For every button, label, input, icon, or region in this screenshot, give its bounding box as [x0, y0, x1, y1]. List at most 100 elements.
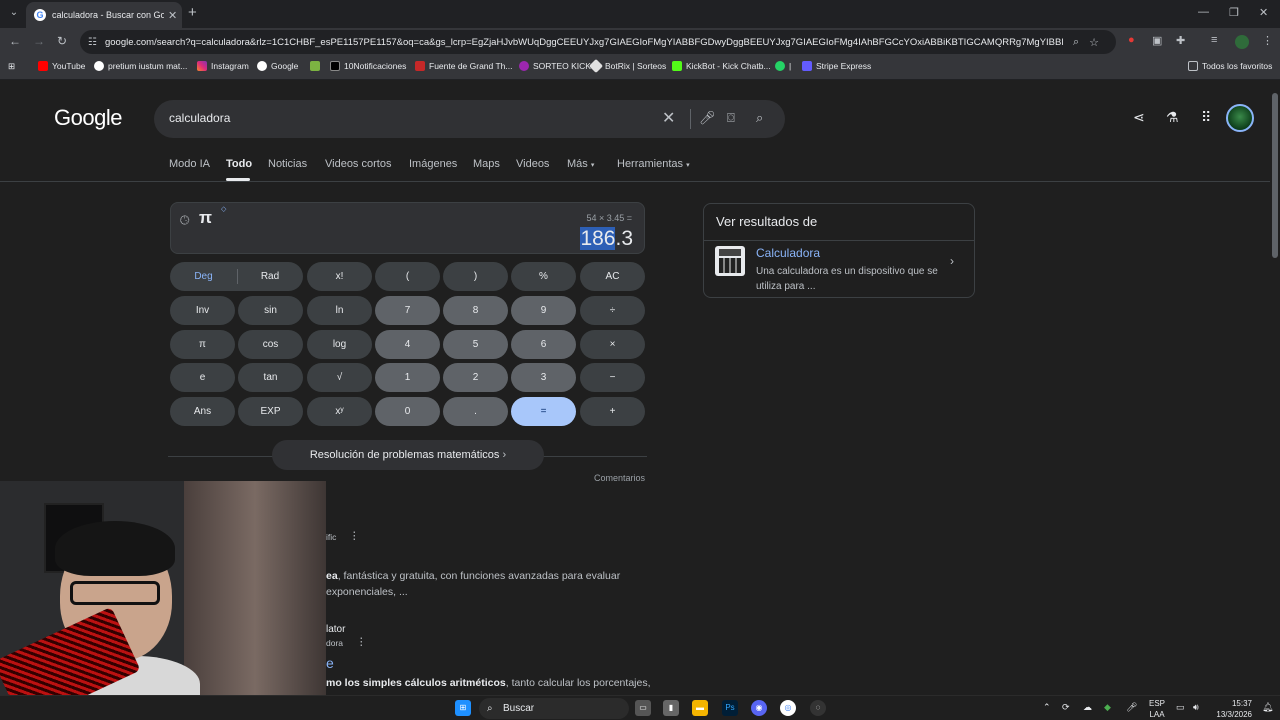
bookmark-kickbot[interactable]: KickBot - Kick Chatb...: [672, 61, 771, 71]
all-bookmarks-folder[interactable]: Todos los favoritos: [1188, 61, 1272, 71]
forward-icon[interactable]: →: [33, 34, 45, 48]
site-info-icon[interactable]: ☷: [88, 37, 97, 48]
key-tan[interactable]: tan: [238, 363, 303, 392]
close-window-icon[interactable]: ✕: [1259, 6, 1268, 19]
bookmark-sorteo-kick[interactable]: SORTEO KICK: [519, 61, 591, 71]
key-rad[interactable]: Rad: [237, 262, 303, 291]
key-exp[interactable]: EXP: [238, 397, 303, 426]
search-box[interactable]: calculadora ✕ 🎤︎ ⌼ ⌕: [154, 100, 785, 138]
bookmark-10notificaciones[interactable]: 10Notificaciones: [330, 61, 406, 71]
bookmark-botrix[interactable]: BotRix | Sorteos: [588, 58, 666, 74]
key-divide[interactable]: ÷: [580, 296, 645, 325]
volume-icon[interactable]: 🔊︎: [1193, 702, 1199, 713]
tray-app-icon[interactable]: ◆: [1104, 702, 1111, 713]
calculator-result[interactable]: 186.3: [580, 227, 633, 251]
result-link-partial[interactable]: e: [326, 655, 334, 671]
tab-imagenes[interactable]: Imágenes: [409, 158, 457, 170]
chevron-right-icon[interactable]: ›: [950, 254, 954, 268]
knowledge-panel-title[interactable]: Calculadora: [756, 246, 820, 260]
tray-cloud-icon[interactable]: ☁: [1083, 702, 1092, 713]
bookmark-plant[interactable]: [310, 61, 324, 71]
extensions-puzzle-icon[interactable]: ✚: [1176, 34, 1185, 47]
photoshop-icon[interactable]: Ps: [722, 700, 738, 716]
windows-start-icon[interactable]: ⊞: [455, 700, 471, 716]
address-bar[interactable]: ☷ google.com/search?q=calculadora&rlz=1C…: [80, 30, 1116, 54]
task-view-icon[interactable]: ▭: [635, 700, 651, 716]
restore-icon[interactable]: ❐: [1229, 6, 1239, 19]
bookmark-instagram[interactable]: Instagram: [197, 61, 249, 71]
tab-videos[interactable]: Videos: [516, 158, 549, 170]
key-deg[interactable]: Deg: [170, 262, 237, 291]
bookmark-star-icon[interactable]: ☆: [1089, 36, 1099, 49]
taskbar-search[interactable]: ⌕ Buscar: [479, 698, 629, 719]
minimize-icon[interactable]: —: [1198, 6, 1209, 18]
file-explorer-icon[interactable]: ▬: [692, 700, 708, 716]
bookmark-google[interactable]: Google: [257, 61, 298, 71]
page-scrollbar[interactable]: [1270, 81, 1280, 695]
tab-search-icon[interactable]: ⌄: [6, 5, 22, 21]
key-pi[interactable]: π: [170, 330, 235, 359]
feedback-link[interactable]: Comentarios: [594, 473, 645, 483]
obs-icon[interactable]: ◌: [810, 700, 826, 716]
clear-search-icon[interactable]: ✕: [662, 108, 675, 128]
key-close-paren[interactable]: ): [443, 262, 508, 291]
key-2[interactable]: 2: [443, 363, 508, 392]
tray-sync-icon[interactable]: ⟳: [1062, 702, 1070, 713]
key-open-paren[interactable]: (: [375, 262, 440, 291]
key-minus[interactable]: −: [580, 363, 645, 392]
key-e[interactable]: e: [170, 363, 235, 392]
lens-camera-icon[interactable]: ⌼: [727, 110, 735, 126]
key-inv[interactable]: Inv: [170, 296, 235, 325]
share-icon[interactable]: ⋖: [1133, 109, 1145, 126]
key-decimal[interactable]: .: [443, 397, 508, 426]
apps-grid-icon[interactable]: ⠿: [1201, 109, 1211, 126]
tab-videos-cortos[interactable]: Videos cortos: [325, 158, 391, 170]
key-5[interactable]: 5: [443, 330, 508, 359]
notifications-icon[interactable]: 🔔︎: [1262, 702, 1273, 713]
voice-search-icon[interactable]: 🎤︎: [699, 110, 716, 126]
key-ans[interactable]: Ans: [170, 397, 235, 426]
key-sqrt[interactable]: √: [307, 363, 372, 392]
url-text[interactable]: google.com/search?q=calculadora&rlz=1C1C…: [105, 37, 1063, 48]
key-9[interactable]: 9: [511, 296, 576, 325]
scrollbar-thumb[interactable]: [1272, 93, 1278, 258]
key-ln[interactable]: ln: [307, 296, 372, 325]
key-equals[interactable]: =: [511, 397, 576, 426]
taskbar-clock[interactable]: 15:37 13/3/2026: [1212, 698, 1252, 720]
zoom-icon[interactable]: ⌕: [1073, 36, 1079, 49]
key-plus[interactable]: +: [580, 397, 645, 426]
key-log[interactable]: log: [307, 330, 372, 359]
google-logo[interactable]: Google: [54, 105, 122, 131]
result-title-partial[interactable]: lator: [326, 624, 345, 635]
input-language[interactable]: ESP LAA: [1148, 698, 1166, 720]
key-percent[interactable]: %: [511, 262, 576, 291]
tray-mic-icon[interactable]: 🎤︎: [1126, 702, 1137, 713]
bookmark-stripe[interactable]: Stripe Express: [802, 61, 871, 71]
tab-noticias[interactable]: Noticias: [268, 158, 307, 170]
key-cos[interactable]: cos: [238, 330, 303, 359]
key-factorial[interactable]: x!: [307, 262, 372, 291]
key-7[interactable]: 7: [375, 296, 440, 325]
key-sin[interactable]: sin: [238, 296, 303, 325]
history-icon[interactable]: 🕓︎: [180, 213, 190, 228]
profile-avatar-icon[interactable]: [1235, 35, 1249, 49]
key-power[interactable]: xʸ: [307, 397, 372, 426]
extension-icon[interactable]: ▣: [1152, 34, 1162, 47]
key-4[interactable]: 4: [375, 330, 440, 359]
bookmark-grand-theft[interactable]: Fuente de Grand Th...: [415, 61, 512, 71]
result-more-options-icon[interactable]: ⋮: [356, 636, 367, 648]
back-icon[interactable]: ←: [9, 34, 21, 48]
calculator-thumbnail[interactable]: [715, 246, 745, 276]
key-multiply[interactable]: ×: [580, 330, 645, 359]
key-3[interactable]: 3: [511, 363, 576, 392]
bookmark-youtube[interactable]: YouTube: [38, 61, 85, 71]
tab-herramientas[interactable]: Herramientas ▾: [617, 158, 690, 170]
key-8[interactable]: 8: [443, 296, 508, 325]
key-1[interactable]: 1: [375, 363, 440, 392]
tab-modo-ia[interactable]: Modo IA: [169, 158, 210, 170]
extension-record-icon[interactable]: ●: [1128, 34, 1135, 46]
result-more-options-icon[interactable]: ⋮: [349, 530, 360, 542]
tab-maps[interactable]: Maps: [473, 158, 500, 170]
key-all-clear[interactable]: AC: [580, 262, 645, 291]
labs-flask-icon[interactable]: ⚗︎: [1166, 109, 1179, 126]
